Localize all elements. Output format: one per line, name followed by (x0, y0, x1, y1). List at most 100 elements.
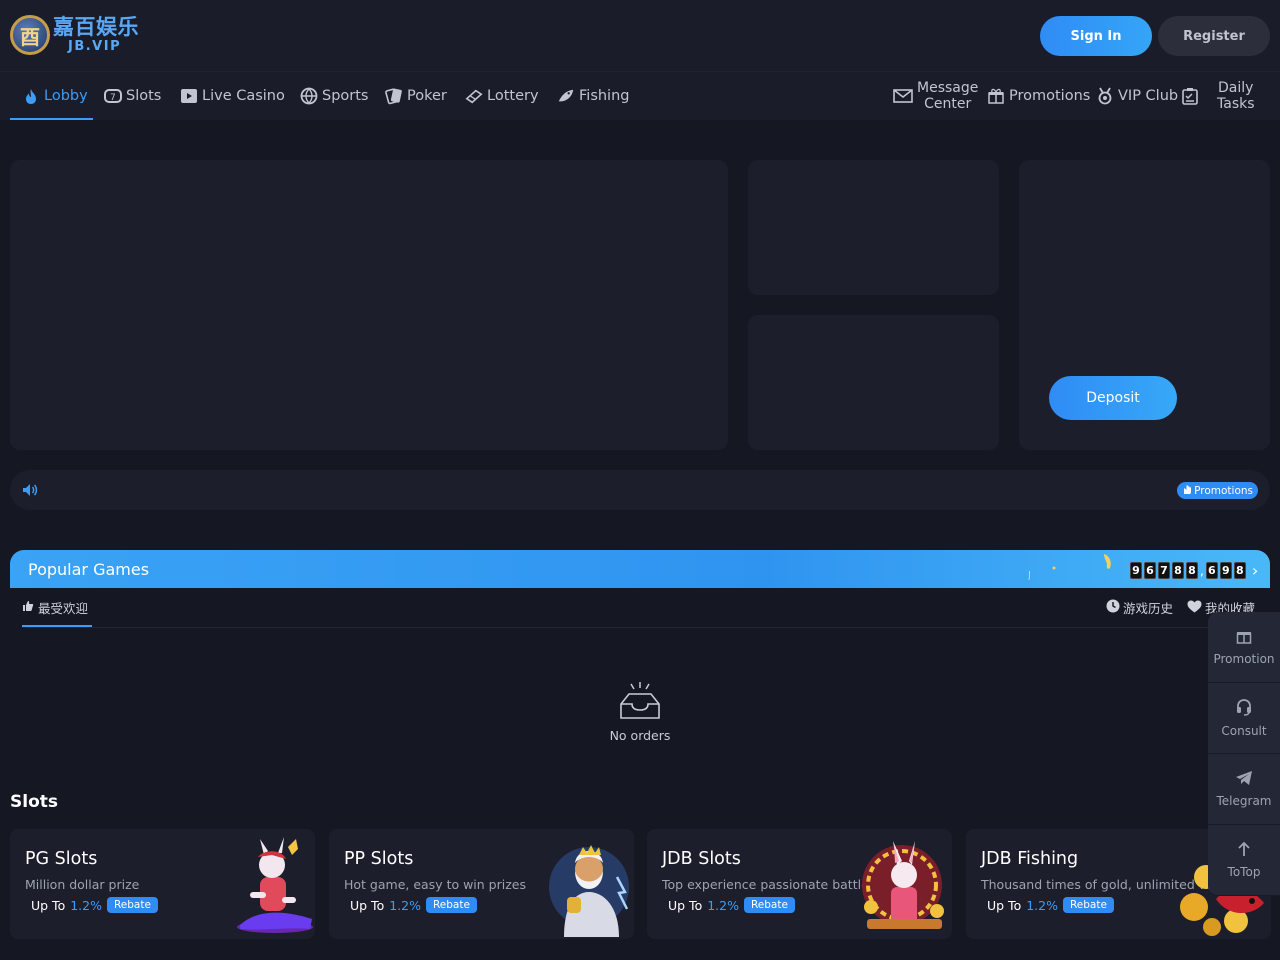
bunny-roulette-image (862, 841, 944, 929)
tab-label: 最受欢迎 (38, 601, 89, 616)
rebate-tag: Rebate (743, 897, 795, 913)
nav-item-message-center[interactable]: Message Center (893, 72, 978, 120)
card-title: JDB Fishing (981, 849, 1079, 869)
svg-text:7: 7 (110, 93, 116, 103)
card-subtitle: Million dollar prize (25, 877, 140, 892)
nav-item-daily-tasks[interactable]: Daily Tasks (1181, 72, 1255, 120)
rebate-up-to: Up To (350, 897, 385, 913)
side-consult-button[interactable]: Consult (1208, 683, 1280, 754)
card-title: PP Slots (344, 849, 414, 869)
play-icon (180, 87, 198, 105)
nav-item-lobby[interactable]: Lobby (22, 72, 88, 120)
nav-item-vip-club[interactable]: VIP Club (1096, 72, 1178, 120)
tab-label: 游戏历史 (1123, 601, 1174, 616)
slot-card-pg[interactable]: PG Slots Million dollar prize Up To 1.2%… (10, 829, 315, 939)
popular-tabs-bar (10, 588, 1270, 628)
side-label: Telegram (1216, 794, 1272, 808)
rebate-tag: Rebate (425, 897, 477, 913)
chevron-right-icon[interactable]: › (1252, 561, 1258, 580)
nav-label: VIP Club (1118, 88, 1179, 104)
side-banner-bottom[interactable] (748, 315, 999, 450)
nav-label: Slots (126, 88, 162, 104)
jackpot-digit: 9 (1219, 562, 1232, 579)
popular-games-header: Popular Games J 9 6 7 8 8 , 6 9 8 › (10, 550, 1270, 590)
jackpot-digit: 8 (1186, 562, 1198, 579)
rebate-percent: 1.2% (70, 897, 102, 913)
logo-badge-icon: 酉 (10, 15, 50, 55)
nav-item-sports[interactable]: Sports (300, 72, 368, 120)
promotions-pill-label: Promotions (1194, 484, 1253, 497)
flame-icon (22, 87, 40, 105)
rebate-up-to: Up To (31, 897, 66, 913)
jackpot-digit: 9 (1130, 562, 1142, 579)
nav-label: Lobby (44, 88, 88, 104)
promotions-pill[interactable]: Promotions (1177, 482, 1258, 499)
mail-icon (893, 87, 913, 105)
popular-games-title: Popular Games (28, 560, 150, 579)
card-title: PG Slots (25, 849, 98, 869)
nav-label: Poker (407, 88, 447, 104)
logo-domain: JB.VIP (68, 39, 122, 54)
gift-icon (1236, 628, 1252, 647)
daily-line2: Tasks (1217, 96, 1255, 112)
sign-in-button[interactable]: Sign In (1040, 16, 1152, 56)
nav-item-promotions[interactable]: Promotions (987, 72, 1090, 120)
empty-inbox-icon (620, 682, 660, 719)
nav-item-poker[interactable]: Poker (385, 72, 447, 120)
announcement-marquee: Promotions (10, 470, 1270, 510)
nav-label: Fishing (579, 88, 630, 104)
nav-item-lottery[interactable]: Lottery (465, 72, 539, 120)
nav-item-fishing[interactable]: Fishing (557, 72, 629, 120)
slot-card-pp[interactable]: PP Slots Hot game, easy to win prizes Up… (329, 829, 634, 939)
daily-line1: Daily (1218, 80, 1254, 96)
nav-label: Lottery (487, 88, 539, 104)
card-rebate: Up To 1.2% Rebate (668, 897, 795, 913)
tab-game-history[interactable]: 游戏历史 (1106, 598, 1173, 617)
rebate-percent: 1.2% (389, 897, 421, 913)
zeus-character-image (549, 845, 629, 937)
svg-text:J: J (1028, 570, 1031, 581)
main-nav: Lobby 7 Slots Live Casino Sports Poker L… (0, 72, 1280, 120)
hand-icon (1182, 484, 1192, 498)
clipboard-icon (1181, 87, 1199, 105)
side-telegram-button[interactable]: Telegram (1208, 754, 1280, 825)
coin-decoration-icon: J (1028, 554, 1111, 581)
telegram-icon (1235, 770, 1253, 789)
register-button[interactable]: Register (1158, 16, 1270, 56)
side-banner-top[interactable] (748, 160, 999, 295)
speaker-icon (22, 482, 38, 502)
headset-icon (1235, 698, 1253, 719)
side-promotion-button[interactable]: Promotion (1208, 612, 1280, 683)
slots-section-title: Slots (10, 792, 58, 812)
side-label: Consult (1221, 724, 1267, 738)
nav-item-slots[interactable]: 7 Slots (104, 72, 161, 120)
deposit-button[interactable]: Deposit (1049, 376, 1177, 420)
nav-label: Sports (322, 88, 369, 104)
message-line2: Center (924, 96, 972, 112)
side-label: Promotion (1213, 652, 1275, 666)
rebate-tag: Rebate (106, 897, 158, 913)
main-banner[interactable] (10, 160, 728, 450)
logo-chinese-name: 嘉百娱乐 (53, 15, 139, 39)
side-to-top-button[interactable]: ToTop (1208, 825, 1280, 896)
card-rebate: Up To 1.2% Rebate (350, 897, 477, 913)
tab-most-popular[interactable]: 最受欢迎 (22, 598, 88, 617)
jackpot-digit: 7 (1158, 562, 1170, 579)
rebate-up-to: Up To (668, 897, 703, 913)
jackpot-digit: 8 (1233, 562, 1246, 579)
header: 酉 嘉百娱乐 JB.VIP Sign In Register (0, 0, 1280, 72)
card-title: JDB Slots (662, 849, 741, 869)
nav-item-live-casino[interactable]: Live Casino (180, 72, 285, 120)
message-line1: Message (917, 80, 979, 96)
rabbit-character-image (237, 837, 313, 933)
fish-icon (557, 87, 575, 105)
cards-icon (385, 87, 403, 105)
jackpot-digit: 6 (1144, 562, 1156, 579)
nav-label: Live Casino (202, 88, 285, 104)
rebate-percent: 1.2% (707, 897, 739, 913)
slot-card-jdb[interactable]: JDB Slots Top experience passionate batt… (647, 829, 952, 939)
rebate-percent: 1.2% (1026, 897, 1058, 913)
site-logo[interactable]: 酉 嘉百娱乐 JB.VIP (10, 15, 139, 55)
medal-icon (1096, 87, 1114, 105)
jackpot-digit: 8 (1172, 562, 1184, 579)
